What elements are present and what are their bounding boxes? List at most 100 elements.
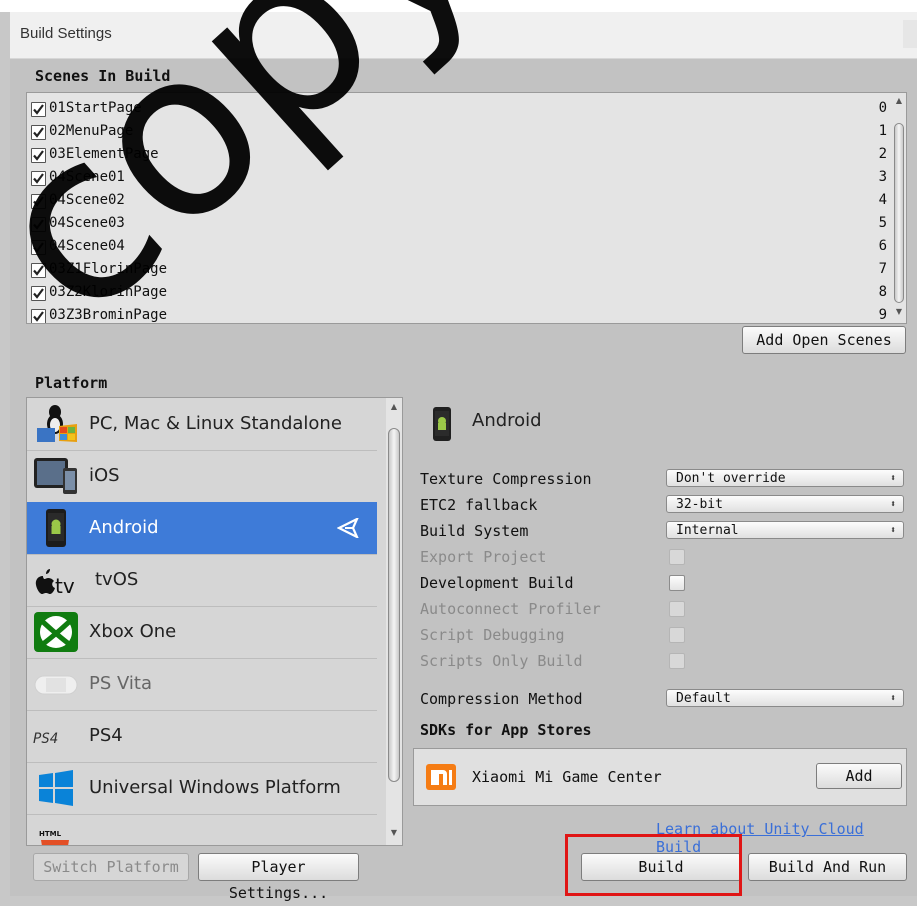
scene-index: 6	[878, 238, 887, 254]
svg-text:HTML: HTML	[39, 830, 62, 838]
scene-checkbox[interactable]	[31, 263, 46, 278]
scene-row[interactable]: 03Z2KlorinPage 8	[27, 283, 893, 306]
scroll-down-icon[interactable]: ▼	[386, 828, 402, 838]
scene-name: 04Scene02	[49, 192, 125, 208]
scene-row[interactable]: 03Z1FlorinPage 7	[27, 260, 893, 283]
platform-item[interactable]: Universal Windows Platform	[27, 762, 377, 815]
scroll-down-icon[interactable]: ▼	[892, 307, 906, 317]
scene-index: 2	[878, 146, 887, 162]
scene-name: 04Scene03	[49, 215, 125, 231]
scene-name: 02MenuPage	[49, 123, 134, 139]
scene-checkbox[interactable]	[31, 217, 46, 232]
texture-compression-dropdown[interactable]: Don't override ⬍	[666, 469, 904, 487]
scripts-only-build-checkbox[interactable]	[669, 653, 685, 669]
platform-item[interactable]: PS4 PS4	[27, 710, 377, 763]
compression-method-dropdown[interactable]: Default ⬍	[666, 689, 904, 707]
etc2-fallback-dropdown[interactable]: 32-bit ⬍	[666, 495, 904, 513]
ios-devices-icon	[33, 456, 79, 496]
scene-row[interactable]: 03Z3BrominPage 9	[27, 306, 893, 323]
platform-label: Xbox One	[89, 621, 177, 642]
texture-compression-value: Don't override	[676, 471, 786, 486]
scene-index: 7	[878, 261, 887, 277]
scene-index: 9	[878, 307, 887, 323]
scene-row[interactable]: 04Scene03 5	[27, 214, 893, 237]
platform-item[interactable]: iOS	[27, 450, 377, 503]
scene-name: 01StartPage	[49, 100, 142, 116]
texture-compression-label: Texture Compression	[420, 470, 592, 488]
scene-checkbox[interactable]	[31, 240, 46, 255]
scene-checkbox[interactable]	[31, 309, 46, 323]
android-phone-icon	[33, 508, 79, 548]
scene-list: 01StartPage 0 02MenuPage 1 03ElementPage 2 04S…	[27, 99, 893, 323]
scene-row[interactable]: 02MenuPage 1	[27, 122, 893, 145]
unity-logo-icon	[337, 518, 359, 538]
windows-icon	[33, 768, 79, 808]
compression-method-value: Default	[676, 691, 731, 706]
scene-row[interactable]: 04Scene04 6	[27, 237, 893, 260]
build-and-run-button[interactable]: Build And Run	[748, 853, 907, 881]
etc2-fallback-value: 32-bit	[676, 497, 723, 512]
platform-label: tvOS	[95, 569, 139, 590]
platform-item[interactable]: HTML	[27, 814, 377, 845]
player-settings-button[interactable]: Player Settings...	[198, 853, 359, 902]
add-sdk-button[interactable]: Add	[816, 763, 902, 789]
scroll-up-icon[interactable]: ▲	[386, 402, 402, 412]
platform-item[interactable]: PS Vita	[27, 658, 377, 711]
scenes-list-panel: 01StartPage 0 02MenuPage 1 03ElementPage 2 04S…	[26, 92, 907, 324]
export-project-label: Export Project	[420, 548, 547, 566]
scene-row[interactable]: 04Scene01 3	[27, 168, 893, 191]
development-build-checkbox[interactable]	[669, 575, 685, 591]
platform-item[interactable]: tv tvOS	[27, 554, 377, 607]
scene-name: 03Z3BrominPage	[49, 307, 168, 323]
sdk-name: Xiaomi Mi Game Center	[472, 768, 662, 786]
scenes-scroll-thumb[interactable]	[894, 123, 904, 303]
scripts-only-build-label: Scripts Only Build	[420, 652, 583, 670]
platform-item[interactable]: Xbox One	[27, 606, 377, 659]
dropdown-arrow-icon: ⬍	[889, 693, 896, 704]
checkmark-icon	[33, 265, 44, 276]
scene-index: 3	[878, 169, 887, 185]
platform-label: PC, Mac & Linux Standalone	[89, 413, 342, 434]
script-debugging-checkbox[interactable]	[669, 627, 685, 643]
autoconnect-profiler-checkbox[interactable]	[669, 601, 685, 617]
platform-item[interactable]: PC, Mac & Linux Standalone	[27, 398, 377, 451]
build-settings-window: Build Settings Scenes In Build 01StartPa…	[10, 12, 917, 902]
platform-label: PS Vita	[89, 673, 153, 694]
scene-row[interactable]: 03ElementPage 2	[27, 145, 893, 168]
scene-checkbox[interactable]	[31, 102, 46, 117]
sdks-heading: SDKs for App Stores	[420, 721, 592, 739]
autoconnect-profiler-label: Autoconnect Profiler	[420, 600, 601, 618]
platform-list: PC, Mac & Linux Standalone iOS Android tv tv…	[26, 397, 403, 846]
scene-checkbox[interactable]	[31, 171, 46, 186]
html5-icon: HTML	[33, 820, 79, 845]
scroll-up-icon[interactable]: ▲	[892, 96, 906, 106]
platform-scrollbar[interactable]: ▲ ▼	[386, 398, 402, 845]
scene-checkbox[interactable]	[31, 125, 46, 140]
scene-row[interactable]: 01StartPage 0	[27, 99, 893, 122]
add-open-scenes-button[interactable]: Add Open Scenes	[742, 326, 906, 354]
android-header-icon	[432, 406, 452, 446]
switch-platform-button[interactable]: Switch Platform	[33, 853, 189, 881]
platform-scroll-thumb[interactable]	[388, 428, 400, 782]
highlight-box	[565, 834, 742, 896]
dropdown-arrow-icon: ⬍	[889, 525, 896, 536]
title-bar: Build Settings	[10, 12, 917, 59]
svg-text:tv: tv	[55, 574, 75, 598]
scene-checkbox[interactable]	[31, 148, 46, 163]
checkmark-icon	[33, 173, 44, 184]
platform-item[interactable]: Android	[27, 502, 377, 555]
build-system-dropdown[interactable]: Internal ⬍	[666, 521, 904, 539]
scenes-scrollbar[interactable]: ▲ ▼	[892, 93, 906, 323]
compression-method-label: Compression Method	[420, 690, 583, 708]
ps4-logo-icon: PS4	[33, 716, 79, 756]
script-debugging-label: Script Debugging	[420, 626, 565, 644]
checkmark-icon	[33, 242, 44, 253]
scene-checkbox[interactable]	[31, 194, 46, 209]
export-project-checkbox[interactable]	[669, 549, 685, 565]
platform-label: Universal Windows Platform	[89, 777, 341, 798]
scene-checkbox[interactable]	[31, 286, 46, 301]
close-button[interactable]	[903, 20, 917, 48]
scene-index: 8	[878, 284, 887, 300]
scene-index: 0	[878, 100, 887, 116]
scene-row[interactable]: 04Scene02 4	[27, 191, 893, 214]
